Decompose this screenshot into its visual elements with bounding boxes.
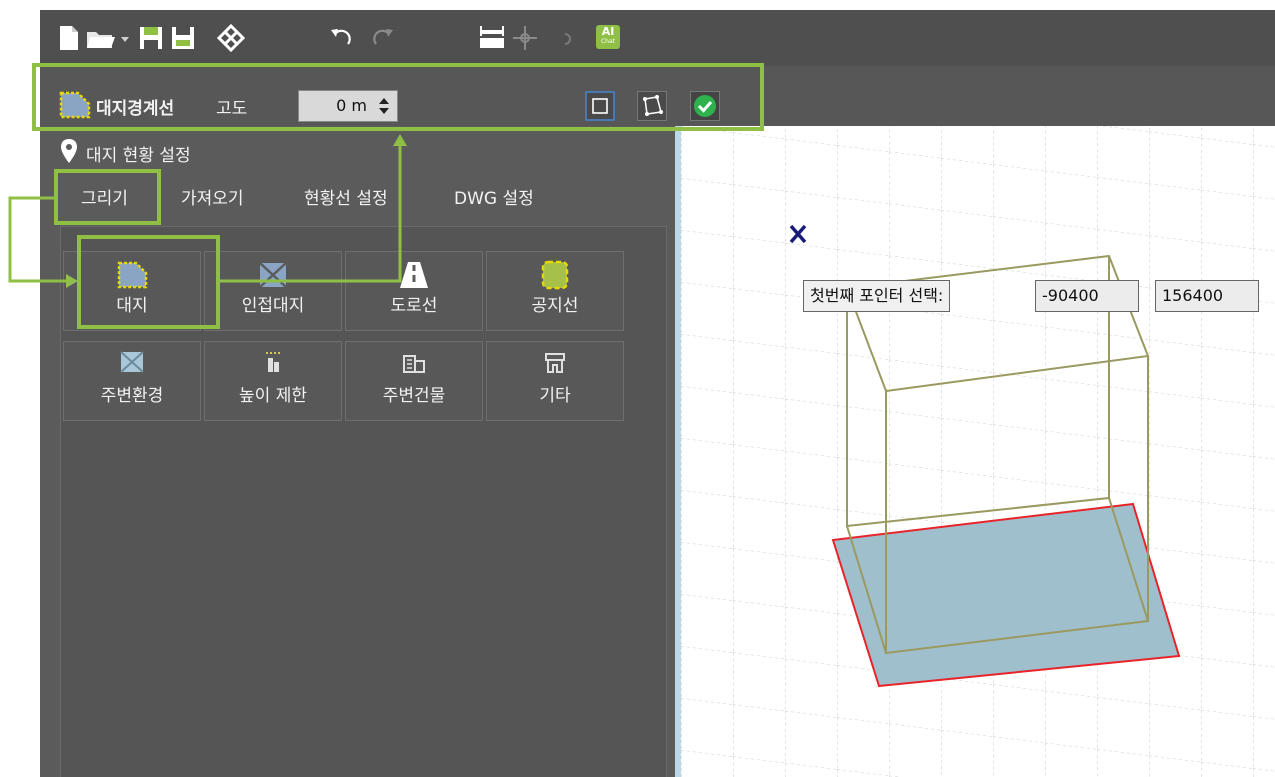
environment-icon <box>120 351 144 373</box>
grid-item-other[interactable]: 기타 <box>486 341 624 421</box>
grid-item-height-limit[interactable]: 높이 제한 <box>204 341 342 421</box>
settings-mesh-icon[interactable] <box>216 24 246 52</box>
save-icon[interactable] <box>138 24 164 52</box>
stepper-icon[interactable] <box>377 96 391 116</box>
confirm-icon <box>694 95 716 117</box>
save-as-icon[interactable] <box>170 24 196 52</box>
rectangle-mode-button[interactable] <box>585 91 615 121</box>
open-folder-icon[interactable] <box>86 24 116 52</box>
rectangle-mode-icon <box>592 98 608 114</box>
grid-item-environment[interactable]: 주변환경 <box>63 341 201 421</box>
y-coordinate-input[interactable]: 156400 <box>1155 280 1259 312</box>
polygon-mode-icon <box>643 95 663 116</box>
elevation-value: 0 m <box>336 96 367 115</box>
tool-title: 대지경계선 <box>96 99 175 119</box>
tab-status-line[interactable]: 현황선 설정 <box>304 184 388 209</box>
location-pin-icon <box>61 139 77 163</box>
grid-item-label: 주변건물 <box>382 386 446 406</box>
dropdown-arrow-icon[interactable] <box>120 24 130 52</box>
ai-sub-label: Chat <box>600 38 616 45</box>
grid-item-open-space[interactable]: 공지선 <box>486 251 624 331</box>
grid-item-label: 주변환경 <box>100 386 164 406</box>
site-boundary-icon <box>59 91 91 119</box>
grid-item-label: 도로선 <box>390 296 438 316</box>
ai-chat-icon[interactable]: AI Chat <box>596 25 620 49</box>
step-icon[interactable] <box>560 24 576 52</box>
elevation-input[interactable]: 0 m <box>298 90 398 122</box>
height-limit-icon <box>266 352 280 372</box>
grid-item-label: 높이 제한 <box>239 386 307 406</box>
site-icon <box>117 261 148 289</box>
x-coordinate-input[interactable]: -90400 <box>1035 280 1139 312</box>
grid-item-buildings[interactable]: 주변건물 <box>345 341 483 421</box>
grid-item-label: 기타 <box>539 386 571 406</box>
tab-import[interactable]: 가져오기 <box>181 184 244 209</box>
adjacent-site-icon <box>259 262 287 288</box>
redo-icon[interactable] <box>370 24 396 52</box>
grid-item-label: 대지 <box>116 296 148 316</box>
grid-item-label: 공지선 <box>531 296 579 316</box>
draw-tab-content: 대지 인접대지 도로선 공지선 주변환경 높이 제한 주변건물 기타 <box>60 226 667 777</box>
app-window: AI Chat 대지경계선 고도 0 m 대지 현황 설정 그리기 가져오기 현… <box>40 10 1275 777</box>
3d-viewport[interactable] <box>675 126 1275 777</box>
new-file-icon[interactable] <box>58 24 80 52</box>
undo-icon[interactable] <box>328 24 354 52</box>
measure-icon[interactable] <box>478 24 506 52</box>
open-space-icon <box>541 260 569 290</box>
grid-item-site[interactable]: 대지 <box>63 251 201 331</box>
grid-item-label: 인접대지 <box>241 296 305 316</box>
grid-plane <box>681 126 1275 777</box>
viewport-canvas <box>681 126 1275 777</box>
panel-header: 대지 현황 설정 <box>86 146 191 166</box>
other-icon <box>545 353 565 373</box>
tab-draw[interactable]: 그리기 <box>81 184 128 209</box>
main-toolbar: AI Chat <box>40 10 1275 66</box>
grid-item-adjacent-site[interactable]: 인접대지 <box>204 251 342 331</box>
polygon-mode-button[interactable] <box>637 91 667 121</box>
road-icon <box>400 262 428 288</box>
confirm-button[interactable] <box>690 91 720 121</box>
coordinate-prompt: 첫번째 포인터 선택: <box>803 280 951 312</box>
grid-item-road[interactable]: 도로선 <box>345 251 483 331</box>
elevation-label: 고도 <box>216 99 248 119</box>
buildings-icon <box>403 355 425 373</box>
move-icon[interactable] <box>512 24 538 52</box>
ai-label: AI <box>601 25 615 38</box>
tab-dwg[interactable]: DWG 설정 <box>454 184 534 209</box>
